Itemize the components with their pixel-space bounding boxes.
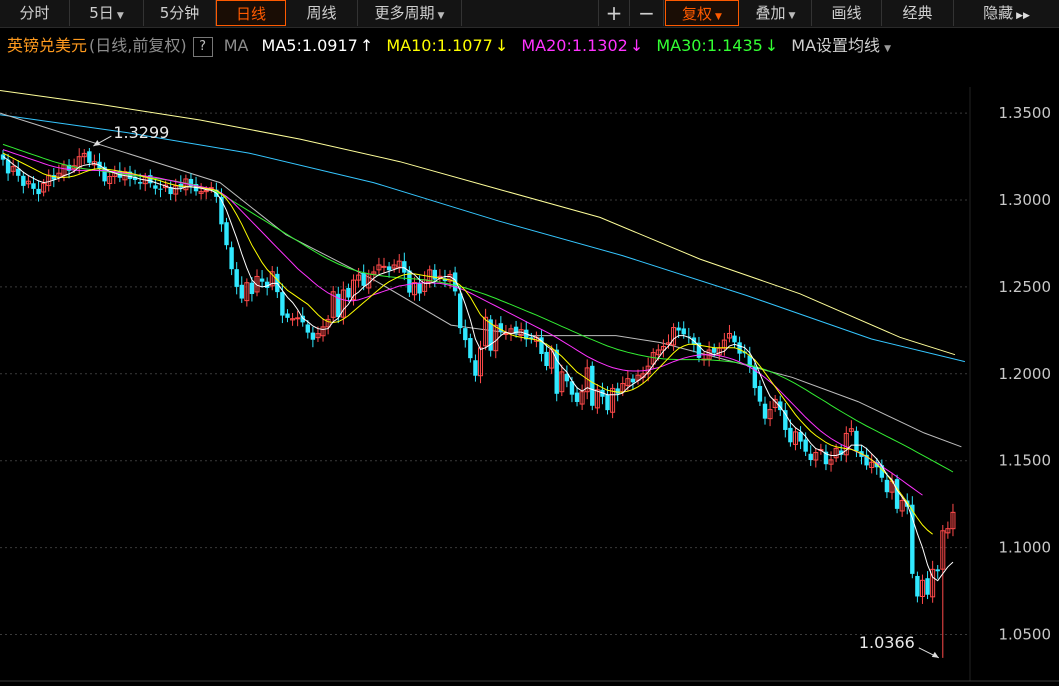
candle-down bbox=[386, 266, 392, 271]
candle-down bbox=[458, 293, 463, 329]
candle-down bbox=[544, 351, 549, 366]
y-tick-label: 1.3500 bbox=[999, 104, 1052, 122]
candle-down bbox=[229, 247, 234, 270]
candle-down bbox=[137, 182, 143, 184]
candle-down bbox=[803, 439, 808, 452]
candle-down bbox=[884, 479, 890, 493]
candle-down bbox=[417, 282, 422, 294]
y-tick-label: 1.1000 bbox=[999, 539, 1052, 557]
candle-down bbox=[402, 261, 407, 273]
price-axis: 1.3500 1.3000 1.2500 1.2000 1.1500 1.1000 1.05… bbox=[969, 87, 1052, 681]
candle-down bbox=[681, 328, 686, 335]
candle-down bbox=[249, 282, 255, 295]
candle-down bbox=[630, 378, 636, 383]
candle-down bbox=[732, 335, 737, 343]
candle-down bbox=[468, 338, 473, 359]
price-grid bbox=[0, 112, 967, 636]
candles bbox=[0, 148, 956, 658]
candle-down bbox=[894, 479, 900, 509]
candle-down bbox=[676, 327, 681, 331]
candle-down bbox=[259, 278, 265, 282]
y-tick-label: 1.2500 bbox=[999, 278, 1052, 296]
low-price-label: 1.0366 bbox=[859, 633, 915, 652]
candle-down bbox=[788, 427, 793, 443]
candle-down bbox=[285, 313, 290, 318]
candle-up bbox=[381, 265, 387, 268]
candle-down bbox=[224, 222, 229, 246]
candle-down bbox=[590, 365, 595, 406]
high-price-label: 1.3299 bbox=[113, 123, 169, 142]
candle-down bbox=[239, 284, 244, 299]
candle-down bbox=[432, 269, 437, 280]
ma5-line bbox=[2, 156, 954, 582]
ma10-line bbox=[2, 152, 933, 535]
candle-down bbox=[280, 292, 285, 316]
candle-down bbox=[463, 328, 468, 341]
candle-down bbox=[21, 175, 26, 186]
candle-down bbox=[361, 272, 366, 286]
candle-down bbox=[915, 575, 920, 597]
ma20-line bbox=[2, 149, 923, 496]
candle-down bbox=[473, 360, 478, 376]
candle-down bbox=[234, 269, 239, 287]
candle-down bbox=[615, 388, 620, 394]
candle-down bbox=[36, 188, 41, 195]
ma-cyan-line bbox=[0, 114, 966, 363]
candle-down bbox=[310, 332, 316, 340]
y-tick-label: 1.0500 bbox=[999, 626, 1052, 644]
y-tick-label: 1.1500 bbox=[999, 452, 1052, 470]
candle-down bbox=[153, 185, 158, 189]
candle-down bbox=[87, 151, 92, 163]
candle-down bbox=[574, 392, 580, 402]
candle-down bbox=[31, 183, 36, 189]
candle-down bbox=[737, 342, 742, 354]
candle-up bbox=[295, 317, 301, 320]
candle-down bbox=[158, 188, 163, 190]
candle-down bbox=[305, 324, 310, 333]
y-tick-label: 1.3000 bbox=[999, 191, 1052, 209]
candle-down bbox=[935, 569, 940, 572]
candle-down bbox=[762, 403, 768, 419]
candle-down bbox=[854, 430, 859, 452]
short-ma-lines bbox=[2, 143, 954, 582]
candle-down bbox=[757, 385, 763, 402]
long-ma-lines bbox=[0, 90, 966, 448]
candle-down bbox=[808, 453, 813, 461]
candle-down bbox=[346, 287, 351, 298]
candle-down bbox=[712, 347, 717, 353]
ma30-line bbox=[2, 143, 954, 473]
candle-down bbox=[925, 578, 930, 595]
kline-chart[interactable]: 1.3500 1.3000 1.2500 1.2000 1.1500 1.1000 1.05… bbox=[0, 0, 1059, 686]
candle-down bbox=[605, 394, 610, 411]
y-tick-label: 1.2000 bbox=[999, 365, 1052, 383]
